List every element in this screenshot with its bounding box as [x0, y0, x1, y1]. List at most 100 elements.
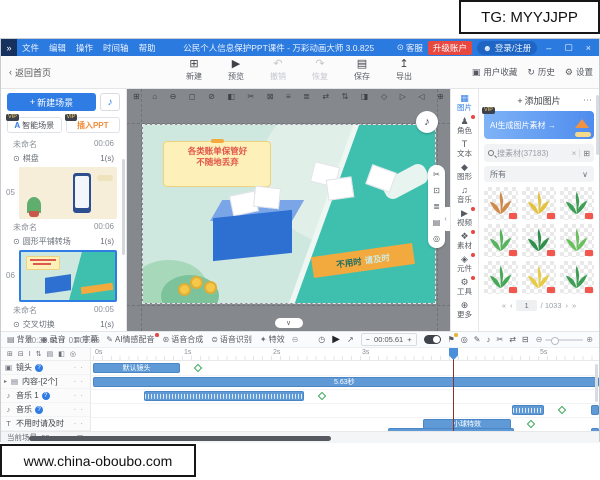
asset-search-box[interactable]: 搜素材(37183) × ⊞	[484, 144, 594, 162]
ai-image-banner[interactable]: VIP AI生成图片素材 →	[484, 111, 594, 139]
timeline-action-icon[interactable]: ⇄	[509, 335, 516, 344]
canvas-collapse-button[interactable]: ∨	[275, 318, 303, 328]
help-icon[interactable]: ?	[42, 392, 50, 400]
transition-row[interactable]: ⊙ 交叉切换 1(s)	[1, 317, 126, 332]
timeline-tool-AI情感配音[interactable]: ✎AI情感配音	[106, 334, 154, 345]
canvas-tool-icon[interactable]: ≣	[303, 92, 310, 101]
current-page-input[interactable]: 1	[516, 300, 536, 311]
plant-sprout[interactable]	[560, 224, 594, 257]
clip-stub[interactable]	[591, 405, 599, 415]
plant-banana[interactable]	[522, 261, 556, 294]
track-options[interactable]: ··	[74, 419, 87, 428]
keyframe-diamond[interactable]	[194, 364, 202, 372]
keyframe-diamond[interactable]	[318, 392, 326, 400]
float-tool-icon[interactable]: ✂	[433, 170, 440, 179]
scene-music-fab[interactable]: ♪	[416, 111, 438, 133]
track-tool-icon[interactable]: ◧	[58, 350, 65, 358]
timeline-scrollbar[interactable]	[595, 364, 598, 402]
canvas-tool-icon[interactable]: ⌂	[152, 92, 157, 101]
plant-corn[interactable]	[522, 187, 556, 220]
timeline-tool-字幕[interactable]: ≣字幕	[74, 334, 99, 345]
track-options[interactable]: ··	[74, 405, 87, 414]
camera-clip[interactable]: 默认镜头	[93, 363, 180, 373]
prev-page-button[interactable]: ‹	[510, 301, 513, 310]
minimize-button[interactable]: –	[542, 43, 555, 53]
element-tab-图片[interactable]: ▦图片	[451, 91, 478, 114]
canvas-tool-icon[interactable]: ≡	[286, 92, 291, 101]
float-tool-icon[interactable]: ▤	[433, 218, 441, 227]
transition-row[interactable]: ⊙ 圆形平铺转场 1(s)	[1, 234, 126, 249]
float-tool-icon[interactable]: ◎	[433, 234, 440, 243]
scene-thumbnail-05[interactable]	[19, 167, 117, 219]
toolbar-button-用户收藏[interactable]: ▣用户收藏	[472, 66, 518, 78]
canvas-tool-icon[interactable]: ▷	[400, 92, 406, 101]
help-icon[interactable]: ?	[35, 406, 43, 414]
track-options[interactable]: ··	[74, 377, 87, 386]
increase-button[interactable]: +	[407, 335, 411, 344]
first-page-button[interactable]: «	[502, 301, 506, 310]
float-tool-icon[interactable]: ⊡	[433, 186, 440, 195]
scene-music-button[interactable]: ♪	[100, 93, 120, 111]
support-button[interactable]: ⊙ 客服	[397, 42, 423, 54]
music1-clip[interactable]	[144, 391, 304, 401]
app-logo-icon[interactable]: »	[1, 39, 17, 56]
timeline-action-icon[interactable]: ♪	[486, 335, 490, 344]
timeline-action-icon[interactable]: ✎	[474, 335, 481, 344]
track-tool-icon[interactable]: ◎	[70, 350, 76, 358]
plant-grass[interactable]	[484, 261, 518, 294]
timeline-tool-语音合成[interactable]: ⊛语音合成	[163, 334, 204, 345]
timeline-action-icon[interactable]: ◎	[461, 335, 468, 344]
timeline-ruler[interactable]: 0s 1s 2s 3s 4s 5s	[91, 348, 599, 361]
canvas-tool-icon[interactable]: ⊞	[133, 92, 140, 101]
scene-stage[interactable]: 各类账单保管好 不随地丢弃 不用时 请及时	[143, 125, 435, 303]
maximize-button[interactable]: ▢	[560, 42, 577, 53]
track-row-music1[interactable]: ♪ 音乐 1 ? ··	[1, 389, 90, 403]
help-icon[interactable]: ?	[35, 364, 43, 372]
clear-search-icon[interactable]: ×	[572, 149, 577, 158]
keyframe-diamond[interactable]	[527, 420, 535, 428]
track-options[interactable]: ··	[74, 363, 87, 372]
toolbar-button-撤销[interactable]: ↶撤销	[265, 58, 291, 82]
canvas-tool-icon[interactable]: ⊕	[437, 92, 444, 101]
login-button[interactable]: ☻ 登录/注册	[477, 41, 537, 55]
track-row-content[interactable]: ▸ ▤ 内容-[2个] ··	[1, 375, 90, 389]
expand-caret-icon[interactable]: ▸	[4, 378, 7, 385]
timeline-action-icon[interactable]: ⊟	[522, 335, 529, 344]
more-options-icon[interactable]: ⋯	[583, 95, 592, 106]
filter-icon[interactable]: ⊞	[579, 149, 590, 158]
canvas-tool-icon[interactable]: ⊠	[267, 92, 274, 101]
canvas-tool-icon[interactable]: ⇄	[322, 92, 329, 101]
toolbar-button-预览[interactable]: ▶预览	[223, 58, 249, 82]
track-tool-icon[interactable]: ⊞	[7, 350, 13, 358]
upgrade-account-button[interactable]: 升级账户	[428, 41, 472, 55]
canvas-tool-icon[interactable]: ⇅	[342, 92, 349, 101]
collapse-tools-icon[interactable]: ⊖	[292, 335, 299, 344]
timeline-action-icon[interactable]: ✂	[496, 335, 503, 344]
element-tab-图形[interactable]: ◆图形	[451, 160, 478, 183]
smart-scene-button[interactable]: VIP A 智能场景	[7, 117, 62, 133]
canvas-tool-icon[interactable]: ◁	[418, 92, 424, 101]
sidebar-scrollbar[interactable]	[122, 159, 125, 255]
plant-cactus[interactable]	[522, 224, 556, 257]
canvas-tool-icon[interactable]: ◇	[381, 92, 387, 101]
fullscreen-icon[interactable]: ↗	[347, 335, 354, 344]
element-tab-音乐[interactable]: ♫音乐	[451, 183, 478, 206]
element-tab-文本[interactable]: T文本	[451, 137, 478, 160]
toolbar-button-新建[interactable]: ⊞新建	[181, 58, 207, 82]
canvas-tool-icon[interactable]: ◻	[189, 92, 196, 101]
element-tab-工具[interactable]: ⚙工具	[451, 275, 478, 298]
category-dropdown[interactable]: 所有 ∨	[484, 166, 594, 182]
timeline-tool-背景[interactable]: ▤背景	[7, 334, 33, 345]
clock-icon[interactable]: ◷	[318, 335, 325, 344]
track-tool-icon[interactable]: ▤	[47, 350, 54, 358]
canvas-tool-icon[interactable]: ⊘	[208, 92, 215, 101]
plant-palm[interactable]	[560, 261, 594, 294]
play-button[interactable]: ▶	[332, 334, 340, 345]
scene-thumbnail-06-selected[interactable]	[19, 250, 117, 302]
track-area[interactable]: 0s 1s 2s 3s 4s 5s 默认镜头 5.63秒 小球特效	[91, 348, 599, 431]
timeline-tool-语音识别[interactable]: ⊜语音识别	[211, 334, 252, 345]
canvas-tool-icon[interactable]: ◧	[227, 92, 235, 101]
toolbar-button-保存[interactable]: ▤保存	[349, 58, 375, 82]
menu-item[interactable]: 编辑	[44, 42, 71, 54]
content-clip[interactable]: 5.63秒	[93, 377, 599, 387]
